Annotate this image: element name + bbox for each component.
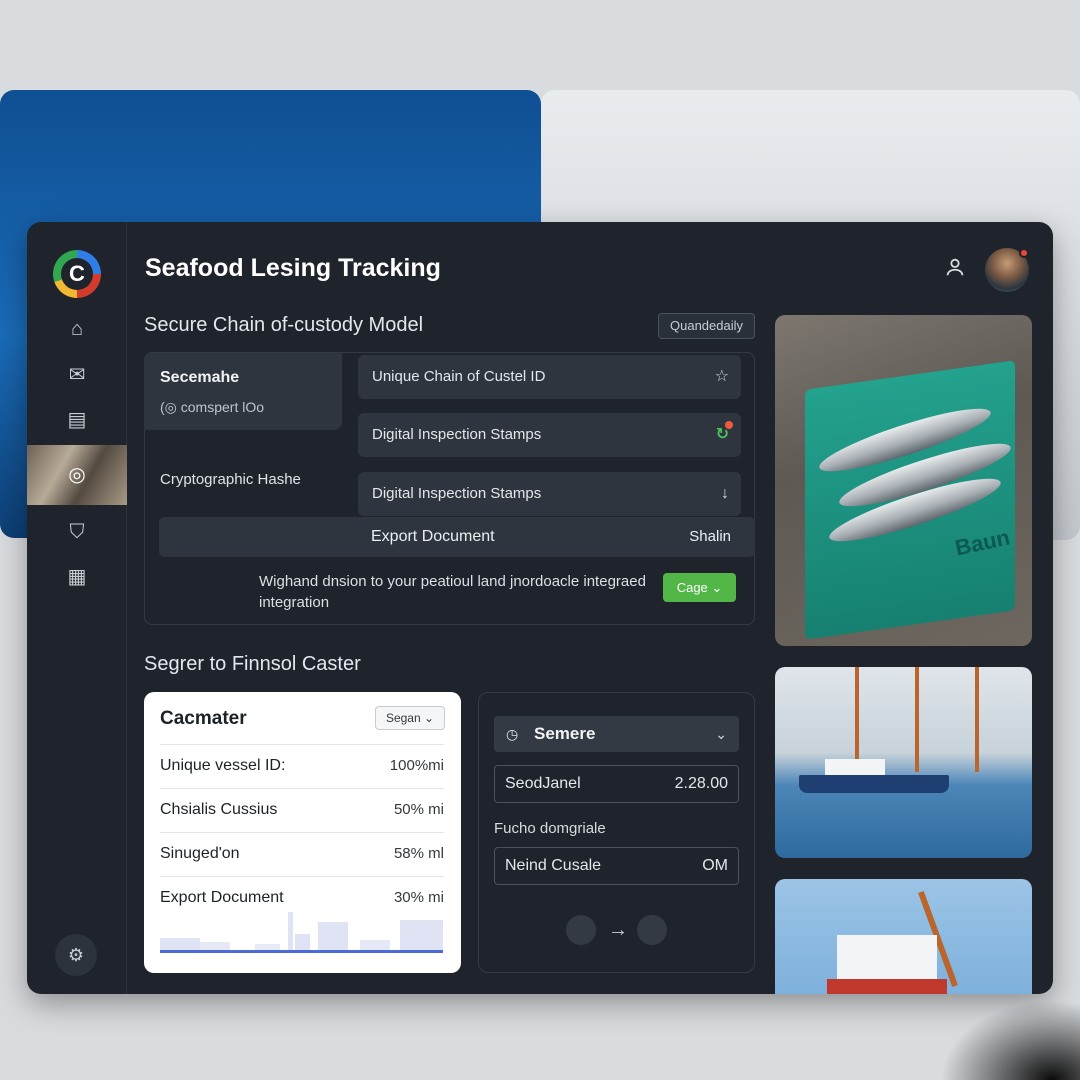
field-value: OM xyxy=(702,857,728,874)
form-label: Fucho domgriale xyxy=(494,820,606,837)
arrow-right-icon[interactable]: → xyxy=(605,915,631,945)
export-document-bar[interactable]: Export Document Shalin xyxy=(159,517,755,557)
photo-fish-crate: Baun xyxy=(775,315,1032,646)
field-label: Neind Cusale xyxy=(505,857,602,874)
row-label: Chsialis Cussius xyxy=(160,801,278,818)
star-icon[interactable]: ☆ xyxy=(715,355,729,399)
cage-button[interactable]: Cage ⌄ xyxy=(663,573,736,602)
settings-form-card: ◷ Semere ⌄ SeodJanel 2.28.00 Fucho domgr… xyxy=(478,692,755,973)
home-icon[interactable]: ⌂ xyxy=(63,315,91,343)
security-card[interactable]: Secemahe (◎ comspert lOo xyxy=(144,353,342,430)
feature-label: Digital Inspection Stamps xyxy=(372,485,542,502)
photo-ship-bridge xyxy=(775,879,1032,994)
row-label: Export Document xyxy=(160,889,284,906)
security-card-subtitle: (◎ comspert lOo xyxy=(160,399,265,415)
dropdown-label: Semere xyxy=(534,724,596,743)
segment-select[interactable]: Segan ⌄ xyxy=(375,706,445,730)
security-card-title: Secemahe xyxy=(160,369,240,386)
integration-description: Wighand dnsion to your peatioul land jno… xyxy=(259,573,646,611)
document-icon[interactable]: ▤ xyxy=(63,406,91,434)
main-panel: C ⌂ ✉ ▤ ◎ ⛉ ▦ ⚙ Seafood Lesing Tracking … xyxy=(27,222,1053,994)
seodjanel-field[interactable]: SeodJanel 2.28.00 xyxy=(494,765,739,803)
alert-dot xyxy=(725,421,733,429)
fish-icon: ◎ xyxy=(68,464,86,486)
ship-bridge xyxy=(837,935,937,985)
table-row[interactable]: Unique vessel ID: 100%mi xyxy=(160,744,444,788)
mail-check-icon[interactable]: ✉ xyxy=(63,361,91,389)
table-row[interactable]: Sinuged'on 58% ml xyxy=(160,832,444,876)
photo-port-ship xyxy=(775,667,1032,858)
notification-dot xyxy=(1019,248,1029,258)
table-title: Cacmater xyxy=(160,708,247,729)
settings-icon[interactable]: ⚙ xyxy=(55,934,97,976)
quandedaily-chip[interactable]: Quandedaily xyxy=(658,313,755,339)
feature-inspection-stamps[interactable]: Digital Inspection Stamps ↻ xyxy=(358,413,741,457)
segment-section-title: Segrer to Finnsol Caster xyxy=(144,653,361,675)
crane-shape xyxy=(855,667,859,772)
crane-shape xyxy=(915,667,919,772)
app-logo[interactable]: C xyxy=(53,250,101,298)
shield-icon[interactable]: ⛉ xyxy=(63,518,91,546)
crypto-hash-label: Cryptographic Hashe xyxy=(160,471,301,488)
sidebar-item-active[interactable]: ◎ xyxy=(27,445,127,505)
crane-shape xyxy=(975,667,979,772)
logo-letter: C xyxy=(69,261,85,286)
semere-dropdown[interactable]: ◷ Semere ⌄ xyxy=(494,716,739,752)
table-row[interactable]: Chsialis Cussius 50% mi xyxy=(160,788,444,832)
feature-label: Digital Inspection Stamps xyxy=(372,426,542,443)
page-title: Seafood Lesing Tracking xyxy=(145,254,441,282)
export-share-label[interactable]: Shalin xyxy=(689,517,731,557)
row-value: 100%mi xyxy=(389,757,444,774)
user-icon[interactable] xyxy=(941,256,969,284)
row-label: Unique vessel ID: xyxy=(160,757,286,774)
neind-cusale-field[interactable]: Neind Cusale OM xyxy=(494,847,739,885)
caster-table-card: Cacmater Segan ⌄ Unique vessel ID: 100%m… xyxy=(144,692,461,973)
feature-chain-id[interactable]: Unique Chain of Custel ID ☆ xyxy=(358,355,741,399)
feature-label: Unique Chain of Custel ID xyxy=(372,368,546,385)
row-value: 30% mi xyxy=(393,889,444,906)
row-value: 50% mi xyxy=(393,801,444,818)
avatar[interactable] xyxy=(985,248,1029,292)
mini-bar-chart xyxy=(160,912,443,953)
ship-superstructure xyxy=(825,759,885,775)
clipboard-icon[interactable]: ▦ xyxy=(63,563,91,591)
ship-hull-red xyxy=(827,979,947,994)
row-value: 58% ml xyxy=(393,845,444,862)
chevron-down-icon: ⌄ xyxy=(715,726,727,742)
custody-section-title: Secure Chain of-custody Model xyxy=(144,314,424,336)
background-shadow xyxy=(940,1000,1080,1080)
row-label: Sinuged'on xyxy=(160,845,240,862)
pager-next-button[interactable] xyxy=(637,915,667,945)
field-label: SeodJanel xyxy=(505,775,581,792)
clock-icon: ◷ xyxy=(506,726,519,742)
field-value: 2.28.00 xyxy=(674,775,728,792)
download-icon[interactable]: ↓ xyxy=(721,472,729,516)
pager-prev-button[interactable] xyxy=(566,915,596,945)
refresh-icon[interactable]: ↻ xyxy=(716,413,729,457)
export-document-label: Export Document xyxy=(371,528,495,545)
sidebar: C ⌂ ✉ ▤ ◎ ⛉ ▦ ⚙ xyxy=(27,222,127,994)
feature-inspection-stamps-download[interactable]: Digital Inspection Stamps ↓ xyxy=(358,472,741,516)
ship-hull xyxy=(799,775,949,793)
